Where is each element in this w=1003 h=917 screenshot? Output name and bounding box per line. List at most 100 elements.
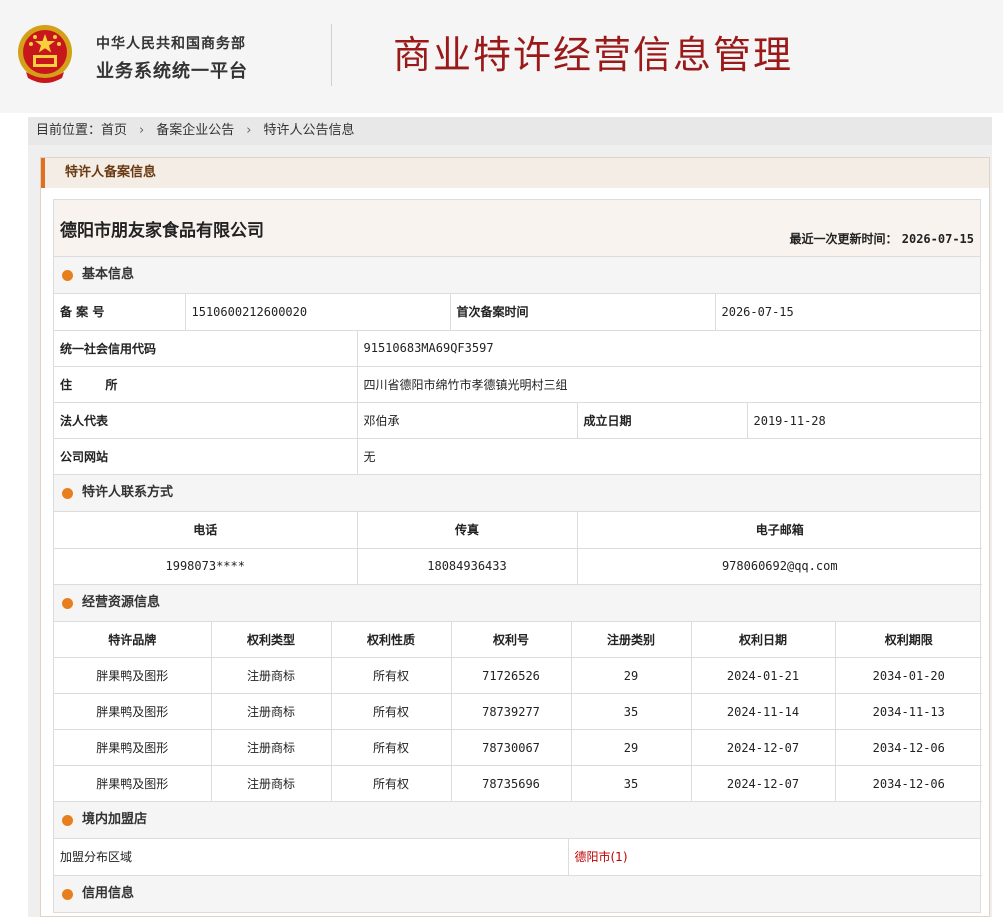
table-cell: 78730067 — [451, 729, 572, 766]
table-row: 胖果鸭及图形 注册商标 所有权 78735696 35 2024-12-07 2… — [54, 765, 982, 802]
table-cell: 所有权 — [331, 765, 452, 802]
record-no-value: 1510600212600020 — [185, 294, 451, 331]
table-cell: 71726526 — [451, 657, 572, 694]
table-cell: 注册商标 — [211, 765, 332, 802]
contact-table: 电话 传真 电子邮箱 1998073**** 18084936433 97806… — [54, 512, 982, 585]
founded-value: 2019-11-28 — [747, 402, 982, 439]
table-row: 加盟分布区域 德阳市(1) — [54, 839, 982, 876]
resources-table: 特许品牌 权利类型 权利性质 权利号 注册类别 权利日期 权利期限 胖果鸭及图形… — [54, 621, 982, 802]
table-row: 法人代表 邓伯承 成立日期 2019-11-28 — [54, 402, 982, 439]
column-header: 权利号 — [451, 621, 572, 658]
table-cell: 2024-11-14 — [691, 693, 836, 730]
breadcrumb-announcement-link[interactable]: 备案企业公告 — [156, 117, 234, 145]
table-row: 备 案 号 1510600212600020 首次备案时间 2026-07-15 — [54, 294, 982, 331]
first-record-value: 2026-07-15 — [715, 294, 982, 331]
table-cell: 2024-12-07 — [691, 765, 836, 802]
table-cell: 2034-12-06 — [835, 729, 982, 766]
section-title: 特许人联系方式 — [82, 485, 174, 500]
table-row: 1998073**** 18084936433 978060692@qq.com — [54, 548, 982, 585]
column-header: 权利日期 — [691, 621, 836, 658]
panel-title: 特许人备案信息 — [41, 158, 989, 188]
stores-table: 加盟分布区域 德阳市(1) — [54, 839, 982, 876]
table-header-row: 电话 传真 电子邮箱 — [54, 512, 982, 549]
breadcrumb-home-link[interactable]: 首页 — [101, 117, 127, 145]
column-header: 权利类型 — [211, 621, 332, 658]
address-value: 四川省德阳市绵竹市孝德镇光明村三组 — [357, 366, 982, 403]
table-cell: 35 — [571, 765, 692, 802]
email-value: 978060692@qq.com — [577, 548, 982, 585]
table-cell: 35 — [571, 693, 692, 730]
table-cell: 注册商标 — [211, 729, 332, 766]
national-emblem-icon — [18, 25, 72, 83]
region-label: 加盟分布区域 — [54, 839, 569, 876]
legal-rep-label: 法人代表 — [54, 402, 358, 439]
table-cell: 注册商标 — [211, 657, 332, 694]
table-cell: 78739277 — [451, 693, 572, 730]
table-row: 胖果鸭及图形 注册商标 所有权 78730067 29 2024-12-07 2… — [54, 729, 982, 766]
main-panel: 特许人备案信息 德阳市朋友家食品有限公司 最近一次更新时间： 2026-07-1… — [28, 145, 992, 917]
table-cell: 2024-12-07 — [691, 729, 836, 766]
panel-card: 特许人备案信息 德阳市朋友家食品有限公司 最近一次更新时间： 2026-07-1… — [40, 157, 990, 917]
phone-value: 1998073**** — [54, 548, 358, 585]
table-cell: 2034-01-20 — [835, 657, 982, 694]
breadcrumb-separator-icon: › — [246, 123, 252, 138]
section-contact: 特许人联系方式 — [54, 475, 980, 512]
table-cell: 2024-01-21 — [691, 657, 836, 694]
section-resources: 经营资源信息 — [54, 584, 980, 622]
table-cell: 胖果鸭及图形 — [54, 729, 212, 766]
website-value: 无 — [357, 438, 982, 475]
table-cell: 胖果鸭及图形 — [54, 765, 212, 802]
table-cell: 所有权 — [331, 693, 452, 730]
site-header: 中华人民共和国商务部 业务系统统一平台 商业特许经营信息管理 — [0, 0, 1003, 113]
credit-code-label: 统一社会信用代码 — [54, 330, 358, 367]
fax-value: 18084936433 — [357, 548, 578, 585]
update-date: 2026-07-15 — [901, 232, 974, 246]
first-record-label: 首次备案时间 — [450, 294, 716, 331]
section-title: 信用信息 — [82, 885, 135, 901]
table-cell: 2034-11-13 — [835, 693, 982, 730]
table-header-row: 特许品牌 权利类型 权利性质 权利号 注册类别 权利日期 权利期限 — [54, 621, 982, 658]
basic-info-table-2: 统一社会信用代码 91510683MA69QF3597 住 所 四川省德阳市绵竹… — [54, 330, 982, 475]
column-header: 权利性质 — [331, 621, 452, 658]
table-cell: 29 — [571, 729, 692, 766]
breadcrumb-prefix: 目前位置： — [36, 123, 102, 138]
column-header: 权利期限 — [835, 621, 982, 658]
table-row: 胖果鸭及图形 注册商标 所有权 71726526 29 2024-01-21 2… — [54, 657, 982, 694]
bullet-icon — [62, 597, 73, 609]
legal-rep-value: 邓伯承 — [357, 402, 578, 439]
table-cell: 胖果鸭及图形 — [54, 657, 212, 694]
phone-header: 电话 — [54, 512, 358, 549]
record-no-label: 备 案 号 — [54, 294, 186, 331]
bullet-icon — [62, 888, 73, 900]
breadcrumb-current: 特许人公告信息 — [263, 123, 355, 138]
breadcrumb: 目前位置：首页 › 备案企业公告 › 特许人公告信息 — [28, 117, 992, 145]
table-row: 胖果鸭及图形 注册商标 所有权 78739277 35 2024-11-14 2… — [54, 693, 982, 730]
region-link[interactable]: 德阳市(1) — [568, 839, 982, 876]
section-credit: 信用信息 — [54, 875, 980, 913]
table-cell: 所有权 — [331, 729, 452, 766]
table-cell: 注册商标 — [211, 693, 332, 730]
column-header: 特许品牌 — [54, 621, 212, 658]
header-divider — [331, 24, 332, 86]
section-title: 境内加盟店 — [82, 812, 148, 827]
breadcrumb-separator-icon: › — [139, 123, 145, 138]
basic-info-table: 备 案 号 1510600212600020 首次备案时间 2026-07-15 — [54, 294, 982, 331]
company-name: 德阳市朋友家食品有限公司 — [60, 221, 264, 241]
website-label: 公司网站 — [54, 438, 358, 475]
table-cell: 胖果鸭及图形 — [54, 693, 212, 730]
table-row: 公司网站 无 — [54, 438, 982, 475]
table-row: 统一社会信用代码 91510683MA69QF3597 — [54, 330, 982, 367]
update-label: 最近一次更新时间： — [789, 232, 898, 246]
company-header: 德阳市朋友家食品有限公司 最近一次更新时间： 2026-07-15 — [54, 200, 980, 257]
section-title: 基本信息 — [82, 267, 135, 282]
org-name: 中华人民共和国商务部 — [96, 36, 246, 52]
table-cell: 2034-12-06 — [835, 765, 982, 802]
address-label: 住 所 — [54, 366, 358, 403]
platform-name: 业务系统统一平台 — [96, 61, 248, 82]
fax-header: 传真 — [357, 512, 578, 549]
table-cell: 29 — [571, 657, 692, 694]
bullet-icon — [62, 488, 73, 499]
credit-code-value: 91510683MA69QF3597 — [357, 330, 982, 367]
column-header: 注册类别 — [571, 621, 692, 658]
table-cell: 78735696 — [451, 765, 572, 802]
